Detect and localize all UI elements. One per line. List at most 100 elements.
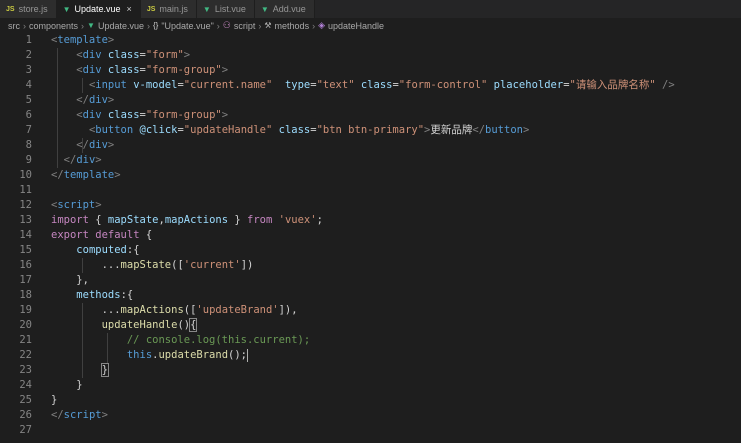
- code-token: template: [63, 169, 115, 181]
- code-line: 15 computed:{: [0, 243, 741, 258]
- line-number: 18: [19, 289, 32, 301]
- code-token: >: [95, 154, 102, 166]
- code-line: 24 }: [0, 378, 741, 393]
- code-line: 10 </template>: [0, 168, 741, 183]
- code-token: div: [82, 109, 102, 121]
- tab-main-js[interactable]: JS main.js: [140, 0, 197, 18]
- close-icon[interactable]: ×: [127, 4, 132, 14]
- tab-label: main.js: [159, 4, 188, 14]
- line-number: 19: [19, 304, 32, 316]
- code-token: :{: [126, 244, 140, 256]
- code-line: 21 // console.log(this.current);: [0, 333, 741, 348]
- code-line: 5 </div>: [0, 93, 741, 108]
- code-line: 4 <input v-model="current.name" type="te…: [0, 78, 741, 93]
- breadcrumb-item[interactable]: "Update.vue": [161, 21, 213, 31]
- code-token: 'vuex': [278, 214, 317, 226]
- code-token: div: [82, 49, 102, 61]
- breadcrumb: src › components › ▼ Update.vue ›{} "Update.vue…: [0, 18, 741, 33]
- code-text: import { mapState,mapActions } from 'vue…: [51, 213, 323, 228]
- code-token: div: [88, 139, 108, 151]
- code-token: placeholder: [493, 79, 564, 91]
- code-token: class: [107, 64, 140, 76]
- tab-list-vue[interactable]: ▼ List.vue: [196, 0, 255, 18]
- line-number: 6: [25, 109, 32, 121]
- breadcrumb-item[interactable]: Update.vue: [98, 21, 144, 31]
- chevron-right-icon: ›: [312, 20, 316, 31]
- code-token: "current.name": [183, 79, 273, 91]
- code-token: "form": [145, 49, 184, 61]
- line-number: 17: [19, 274, 32, 286]
- code-text: computed:{: [51, 243, 140, 258]
- breadcrumb-item[interactable]: methods: [275, 21, 310, 31]
- code-token: </: [472, 124, 486, 136]
- code-token: script: [63, 409, 102, 421]
- breadcrumb-item[interactable]: src: [8, 21, 20, 31]
- vue-file-icon: ▼: [260, 4, 269, 14]
- code-token: ();: [228, 349, 247, 361]
- line-number: 10: [19, 169, 32, 181]
- symbol-icon: ⚇: [222, 20, 231, 30]
- tab-add-vue[interactable]: ▼ Add.vue: [254, 0, 315, 18]
- line-number: 5: [25, 94, 32, 106]
- tab-store-js[interactable]: JS store.js: [0, 0, 57, 18]
- code-token: >: [114, 169, 121, 181]
- code-token: >: [107, 34, 115, 46]
- code-token: button: [485, 124, 523, 136]
- code-editor[interactable]: 1 <template> 2 <div class="form"> 3 <div cl…: [0, 33, 741, 443]
- breadcrumb-item[interactable]: updateHandle: [328, 21, 384, 31]
- js-file-icon: JS: [146, 5, 156, 13]
- code-text: <div class="form">: [51, 48, 190, 63]
- code-text: </div>: [51, 93, 114, 108]
- code-token: div: [76, 154, 96, 166]
- code-token: }: [76, 379, 83, 391]
- line-number: 2: [25, 49, 32, 61]
- line-number: 4: [25, 79, 32, 91]
- code-token: ([: [183, 304, 197, 316]
- line-number: 12: [19, 199, 32, 211]
- code-token: updateBrand: [158, 349, 229, 361]
- code-text: }: [51, 393, 57, 408]
- code-token: ...: [101, 304, 121, 316]
- code-text: <div class="form-group">: [51, 108, 228, 123]
- tab-label: Add.vue: [272, 4, 306, 14]
- breadcrumb-item[interactable]: script: [234, 21, 256, 31]
- code-token: {: [139, 229, 153, 241]
- tab-label: List.vue: [214, 4, 246, 14]
- code-token: ]),: [278, 304, 298, 316]
- code-token: </: [51, 409, 64, 421]
- breadcrumb-item[interactable]: components: [29, 21, 78, 31]
- code-text: <div class="form-group">: [51, 63, 228, 78]
- line-number: 14: [19, 229, 32, 241]
- tab-label: store.js: [18, 4, 48, 14]
- code-token: {: [189, 318, 198, 332]
- code-line: 3 <div class="form-group">: [0, 63, 741, 78]
- code-token: mapState: [120, 259, 172, 271]
- code-token: class: [107, 109, 140, 121]
- code-text: }: [51, 363, 109, 378]
- code-token: >: [101, 409, 108, 421]
- code-token: computed: [76, 244, 127, 256]
- line-number: 23: [19, 364, 32, 376]
- code-line: 9 </div>: [0, 153, 741, 168]
- line-number: 27: [19, 424, 32, 436]
- code-token: (): [177, 319, 191, 331]
- code-token: },: [76, 274, 89, 286]
- code-token: this: [126, 349, 153, 361]
- line-number: 26: [19, 409, 32, 421]
- tab-update-vue[interactable]: ▼ Update.vue ×: [56, 0, 141, 18]
- line-number: 25: [19, 394, 32, 406]
- code-token: mapActions: [120, 304, 184, 316]
- line-number: 7: [25, 124, 32, 136]
- code-text: </div>: [51, 138, 114, 153]
- js-file-icon: JS: [6, 5, 15, 13]
